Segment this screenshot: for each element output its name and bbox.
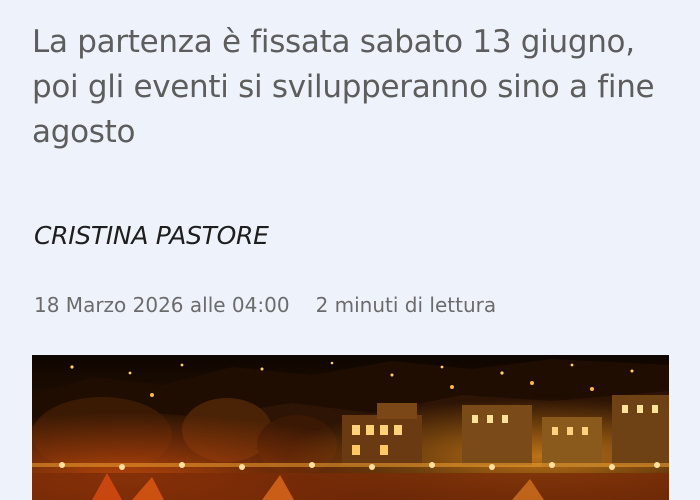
article-photo[interactable] [32,355,669,500]
article-meta: 18 Marzo 2026 alle 04:00 2 minuti di lett… [34,290,496,320]
night-town-photo [32,355,669,500]
publish-date: 18 Marzo 2026 alle 04:00 [34,293,290,317]
reading-time: 2 minuti di lettura [315,293,497,317]
article-author[interactable]: CRISTINA PASTORE [34,218,269,254]
article-subtitle: La partenza è fissata sabato 13 giugno, … [32,24,655,150]
article: La partenza è fissata sabato 13 giugno, … [0,0,700,500]
